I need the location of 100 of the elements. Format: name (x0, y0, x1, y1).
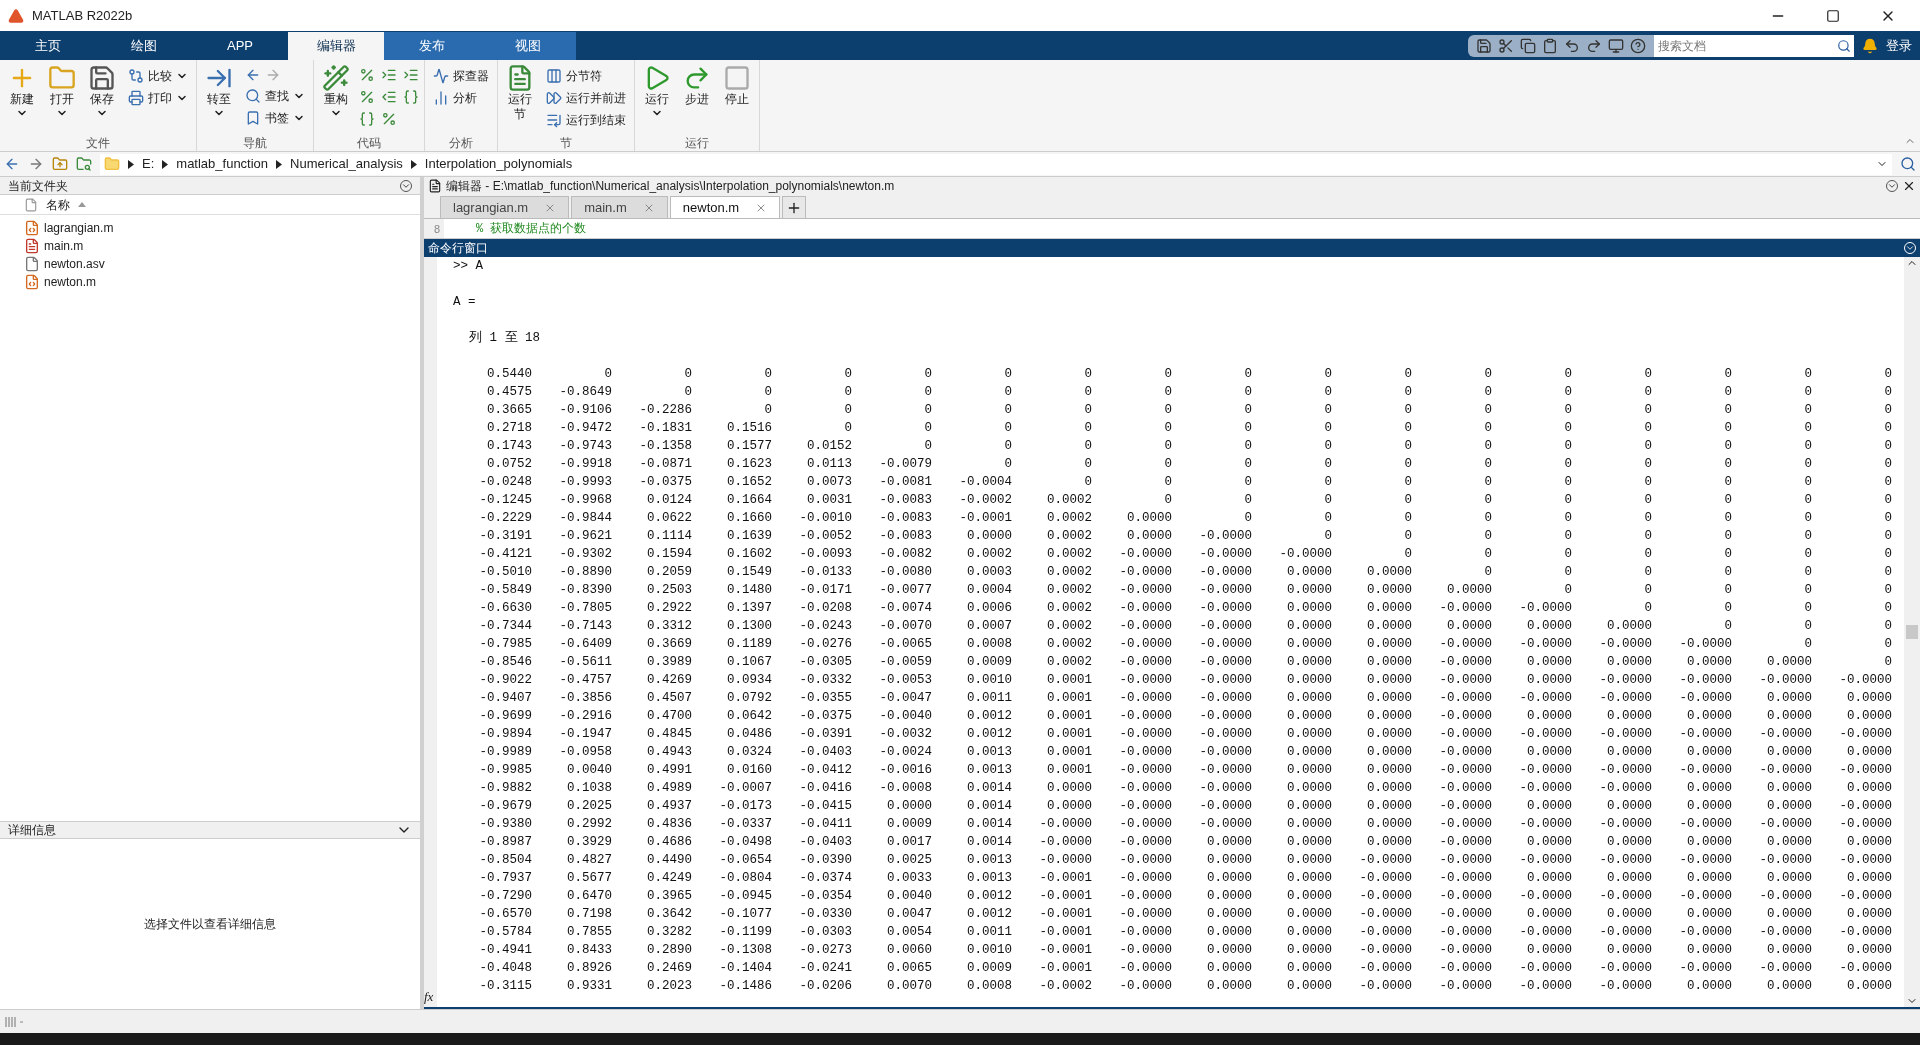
matrix-value: 0.4943 (647, 744, 692, 761)
matrix-value: 0.3669 (647, 636, 692, 653)
matrix-value: -0.0000 (1199, 816, 1252, 833)
scrollbar[interactable] (1904, 257, 1920, 1007)
matrix-value: 0.0000 (1287, 780, 1332, 797)
percent-icon[interactable] (380, 110, 398, 128)
search-field[interactable]: 搜索文档 (1654, 35, 1834, 57)
ribbon-tab[interactable]: 编辑器 (288, 32, 384, 60)
ribbon-button[interactable]: 步进 (679, 64, 715, 107)
cut-icon[interactable] (1498, 38, 1514, 54)
ribbon-button[interactable]: 保存 (84, 64, 120, 119)
line-number: 8 (424, 219, 444, 238)
ribbon-button[interactable]: 运行到结束 (542, 110, 630, 130)
file-name[interactable]: newton.asv (44, 255, 105, 273)
ribbon-button[interactable]: 转至 (201, 64, 237, 119)
search-icon[interactable] (1900, 156, 1916, 172)
ribbon-button[interactable]: 重构 (318, 64, 354, 119)
undo-icon[interactable] (1564, 38, 1580, 54)
folder-up-icon[interactable] (52, 156, 68, 172)
save-icon[interactable] (1476, 38, 1492, 54)
scroll-thumb[interactable] (1906, 625, 1918, 639)
matrix-value: 0.0013 (967, 852, 1012, 869)
matrix-value: -0.0080 (879, 564, 932, 581)
matrix-value: -0.0303 (799, 924, 852, 941)
matrix-value: 0 (1884, 600, 1892, 617)
braces-icon[interactable] (402, 88, 420, 106)
matrix-value: 0 (1484, 366, 1492, 383)
matrix-value: 0.1516 (727, 420, 772, 437)
ribbon-button[interactable]: 比较 (124, 66, 192, 86)
back-icon[interactable] (4, 156, 20, 172)
path-field[interactable]: E: matlab_function Numerical_analysis Interpolation_polynomials (100, 153, 1892, 175)
ribbon-button[interactable]: 打开 (44, 64, 80, 119)
ribbon-button[interactable]: 新建 (4, 64, 40, 119)
matrix-value: -0.0208 (799, 600, 852, 617)
ribbon-tab[interactable]: 发布 (384, 32, 480, 60)
matrix-value: -0.0000 (1119, 618, 1172, 635)
paste-icon[interactable] (1542, 38, 1558, 54)
matrix-value: -0.0000 (1199, 780, 1252, 797)
matrix-value: 0 (1804, 456, 1812, 473)
ribbon-tab[interactable]: APP (192, 32, 288, 60)
ribbon-button[interactable]: 打印 (124, 88, 192, 108)
matrix-value: -0.0000 (1439, 780, 1492, 797)
matrix-value: -0.0000 (1759, 672, 1812, 689)
matrix-value: 0.0000 (1687, 906, 1732, 923)
login-link[interactable]: 登录 (1886, 35, 1912, 55)
search-icon[interactable] (1834, 35, 1854, 57)
column-header[interactable]: 名称 (46, 195, 70, 214)
matrix-value: 0 (924, 366, 932, 383)
percent-icon[interactable] (358, 66, 376, 84)
forward-icon[interactable] (28, 156, 44, 172)
path-segment[interactable]: Interpolation_polynomials (424, 154, 573, 174)
group-label: 节 (559, 135, 573, 151)
matrix-value: -0.0016 (879, 762, 932, 779)
braces-icon[interactable] (358, 110, 376, 128)
matrix-value: 0 (1164, 384, 1172, 401)
editor-tab[interactable]: newton.m (669, 196, 781, 218)
matrix-value: -0.0000 (1679, 636, 1732, 653)
matrix-value: 0.0000 (1527, 744, 1572, 761)
redo-icon[interactable] (1586, 38, 1602, 54)
function-hint[interactable]: fx (424, 990, 437, 1003)
path-segment[interactable]: E: (142, 154, 155, 174)
ribbon-button[interactable]: 运行并前进 (542, 88, 630, 108)
ribbon-tab[interactable]: 视图 (480, 32, 576, 60)
browse-folder-icon[interactable] (76, 156, 92, 172)
bell-icon[interactable] (1862, 38, 1878, 54)
screen-icon[interactable] (1608, 38, 1624, 54)
matrix-value: 0 (1484, 384, 1492, 401)
matrix-value: 0 (1724, 582, 1732, 599)
ribbon-button[interactable]: 探查器 (429, 66, 493, 86)
matrix-value: 0 (1884, 492, 1892, 509)
file-name[interactable]: lagrangian.m (44, 219, 114, 237)
back-icon[interactable] (245, 67, 261, 83)
path-segment[interactable]: Numerical_analysis (290, 154, 403, 174)
ribbon-tab[interactable]: 绘图 (96, 32, 192, 60)
path-segment[interactable]: matlab_function (176, 154, 269, 174)
ribbon-button[interactable]: 运行节 (502, 64, 538, 122)
ribbon-tab[interactable]: 主页 (0, 32, 96, 60)
matrix-value: 0.8926 (567, 960, 612, 977)
ribbon-button[interactable]: 运行 (639, 64, 675, 119)
matrix-value: -0.0000 (1519, 816, 1572, 833)
ribbon-button[interactable]: 查找 (241, 86, 309, 106)
editor-tab[interactable]: lagrangian.m (440, 196, 570, 218)
matrix-value: 0 (1884, 366, 1892, 383)
help-icon[interactable] (1630, 38, 1646, 54)
file-name[interactable]: main.m (44, 237, 84, 255)
matrix-value: -0.0000 (1439, 636, 1492, 653)
maximize-icon[interactable] (1826, 8, 1840, 23)
file-name[interactable]: newton.m (44, 273, 97, 291)
matrix-value: 0 (1164, 456, 1172, 473)
percent-icon[interactable] (358, 88, 376, 106)
close-icon[interactable] (1902, 179, 1916, 193)
copy-icon[interactable] (1520, 38, 1536, 54)
ribbon-button[interactable]: 书签 (241, 108, 309, 128)
ribbon-button[interactable]: 停止 (719, 64, 755, 107)
editor-tab[interactable]: main.m (571, 196, 668, 218)
new-tab-button[interactable] (782, 196, 807, 218)
matrix-value: 0.0000 (1527, 654, 1572, 671)
ribbon-button[interactable]: 分析 (429, 88, 493, 108)
ribbon-button[interactable]: 分节符 (542, 66, 630, 86)
matrix-value: 0.0000 (1207, 852, 1252, 869)
